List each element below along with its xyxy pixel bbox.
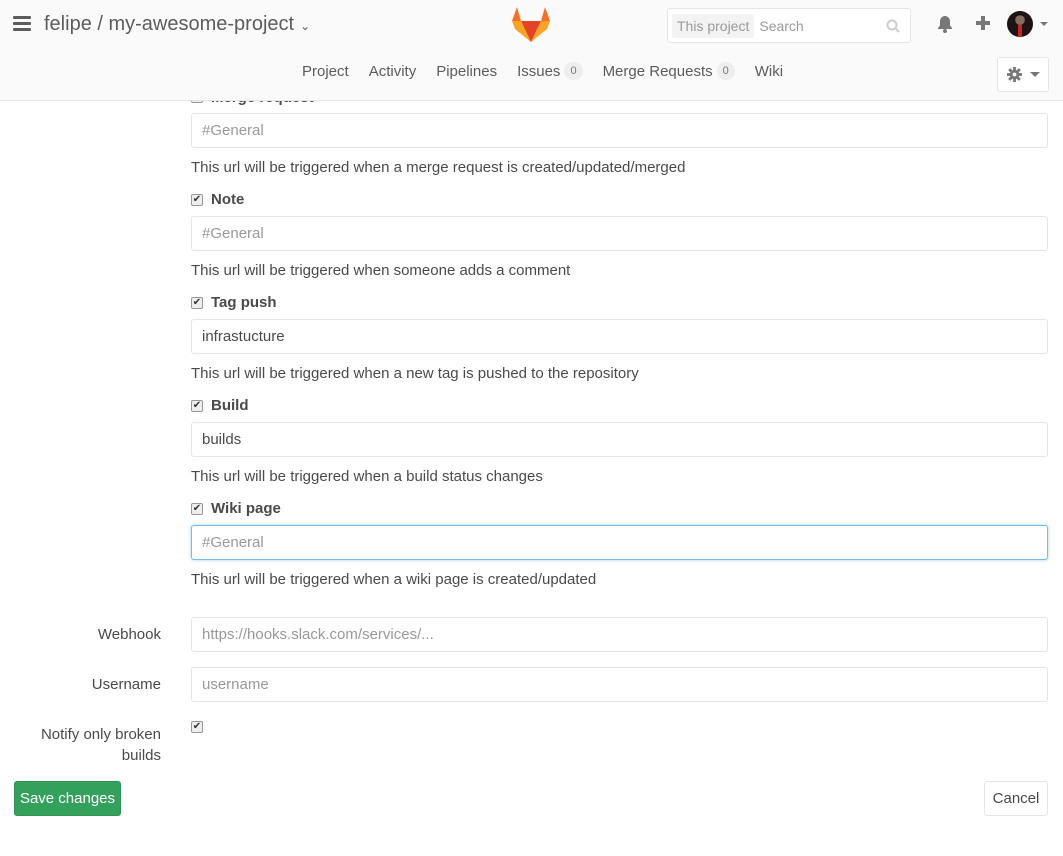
avatar[interactable] xyxy=(1007,11,1033,37)
placeholder: #General xyxy=(202,225,264,242)
settings-dropdown-button[interactable] xyxy=(997,57,1049,92)
wiki-page-channel-input[interactable]: #General xyxy=(191,525,1048,560)
placeholder: #General xyxy=(202,122,264,139)
nav-label: Project xyxy=(302,62,349,80)
note-checkbox[interactable]: ✔ xyxy=(191,194,203,206)
bell-icon[interactable] xyxy=(935,14,955,34)
search-scope[interactable]: This project xyxy=(672,13,755,38)
plus-icon[interactable] xyxy=(975,15,991,31)
value: infrastucture xyxy=(202,328,285,345)
build-channel-input[interactable]: builds xyxy=(191,422,1048,457)
tag-push-checkbox[interactable]: ✔ xyxy=(191,297,203,309)
caret-down-icon[interactable] xyxy=(1040,22,1048,26)
note-label: Note xyxy=(211,191,245,208)
placeholder: #General xyxy=(202,534,264,551)
save-button[interactable]: Save changes xyxy=(14,781,121,816)
gitlab-logo[interactable] xyxy=(512,7,550,43)
nav-label: Wiki xyxy=(754,62,784,80)
username-label: Username xyxy=(91,676,161,693)
build-checkbox[interactable]: ✔ xyxy=(191,400,203,412)
value: builds xyxy=(202,431,242,448)
search-icon xyxy=(886,19,900,33)
nav-label: Activity xyxy=(368,62,417,80)
merge-requests-count-badge: 0 xyxy=(716,62,735,80)
nav-pipelines[interactable]: Pipelines xyxy=(436,63,497,80)
placeholder: https://hooks.slack.com/services/... xyxy=(202,626,434,643)
project-title[interactable]: felipe / my-awesome-project ⌄ xyxy=(44,13,310,36)
caret-down-icon xyxy=(1029,72,1040,77)
nav-activity[interactable]: Activity xyxy=(369,63,417,80)
note-channel-input[interactable]: #General xyxy=(191,216,1048,251)
tag-push-help: This url will be triggered when a new ta… xyxy=(191,365,639,382)
tag-push-channel-input[interactable]: infrastucture xyxy=(191,319,1048,354)
wiki-page-help: This url will be triggered when a wiki p… xyxy=(191,571,597,588)
nav-merge-requests[interactable]: Merge Requests 0 xyxy=(603,62,735,80)
nav-label: Pipelines xyxy=(436,62,498,80)
webhook-label: Webhook xyxy=(97,626,161,643)
notify-broken-checkbox[interactable]: ✔ xyxy=(191,721,203,733)
nav-issues[interactable]: Issues 0 xyxy=(517,62,583,80)
merge-request-help: This url will be triggered when a merge … xyxy=(191,159,686,176)
menu-icon[interactable] xyxy=(13,16,31,32)
placeholder: username xyxy=(202,676,269,693)
chevron-down-icon: ⌄ xyxy=(300,19,311,33)
build-help: This url will be triggered when a build … xyxy=(191,468,543,485)
notify-broken-label: Notify only broken builds xyxy=(40,726,161,764)
nav-label: Issues xyxy=(517,62,561,80)
project-title-text: felipe / my-awesome-project xyxy=(44,13,295,35)
merge-request-channel-input[interactable]: #General xyxy=(191,113,1048,148)
webhook-input[interactable]: https://hooks.slack.com/services/... xyxy=(191,617,1048,652)
top-header: felipe / my-awesome-project ⌄ This proje… xyxy=(0,0,1063,101)
tag-push-label: Tag push xyxy=(211,294,277,311)
wiki-page-label: Wiki page xyxy=(211,500,281,517)
note-help: This url will be triggered when someone … xyxy=(191,262,571,279)
issues-count-badge: 0 xyxy=(564,62,583,80)
wiki-page-checkbox[interactable]: ✔ xyxy=(191,503,203,515)
nav-label: Merge Requests xyxy=(602,62,713,80)
search-input[interactable]: Search xyxy=(759,18,886,34)
nav-project[interactable]: Project xyxy=(302,63,349,80)
build-label: Build xyxy=(211,397,249,414)
gear-icon xyxy=(1006,67,1022,82)
project-nav: Project Activity Pipelines Issues 0 Merge… xyxy=(302,62,783,80)
nav-wiki[interactable]: Wiki xyxy=(755,63,783,80)
username-input[interactable]: username xyxy=(191,667,1048,702)
search-box[interactable]: This project Search xyxy=(667,8,911,43)
cancel-button[interactable]: Cancel xyxy=(984,781,1048,816)
